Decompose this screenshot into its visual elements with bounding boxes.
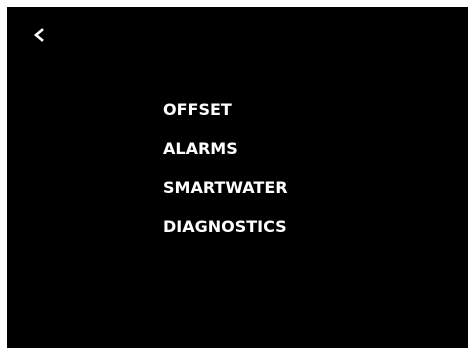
settings-menu: OFFSET ALARMS SMARTWATER DIAGNOSTICS bbox=[163, 99, 288, 255]
back-button[interactable] bbox=[27, 23, 51, 47]
menu-item-offset[interactable]: OFFSET bbox=[163, 99, 288, 138]
menu-item-diagnostics[interactable]: DIAGNOSTICS bbox=[163, 216, 288, 255]
device-screen: OFFSET ALARMS SMARTWATER DIAGNOSTICS bbox=[7, 7, 468, 348]
chevron-left-icon bbox=[33, 28, 44, 42]
menu-item-alarms[interactable]: ALARMS bbox=[163, 138, 288, 177]
menu-item-smartwater[interactable]: SMARTWATER bbox=[163, 177, 288, 216]
